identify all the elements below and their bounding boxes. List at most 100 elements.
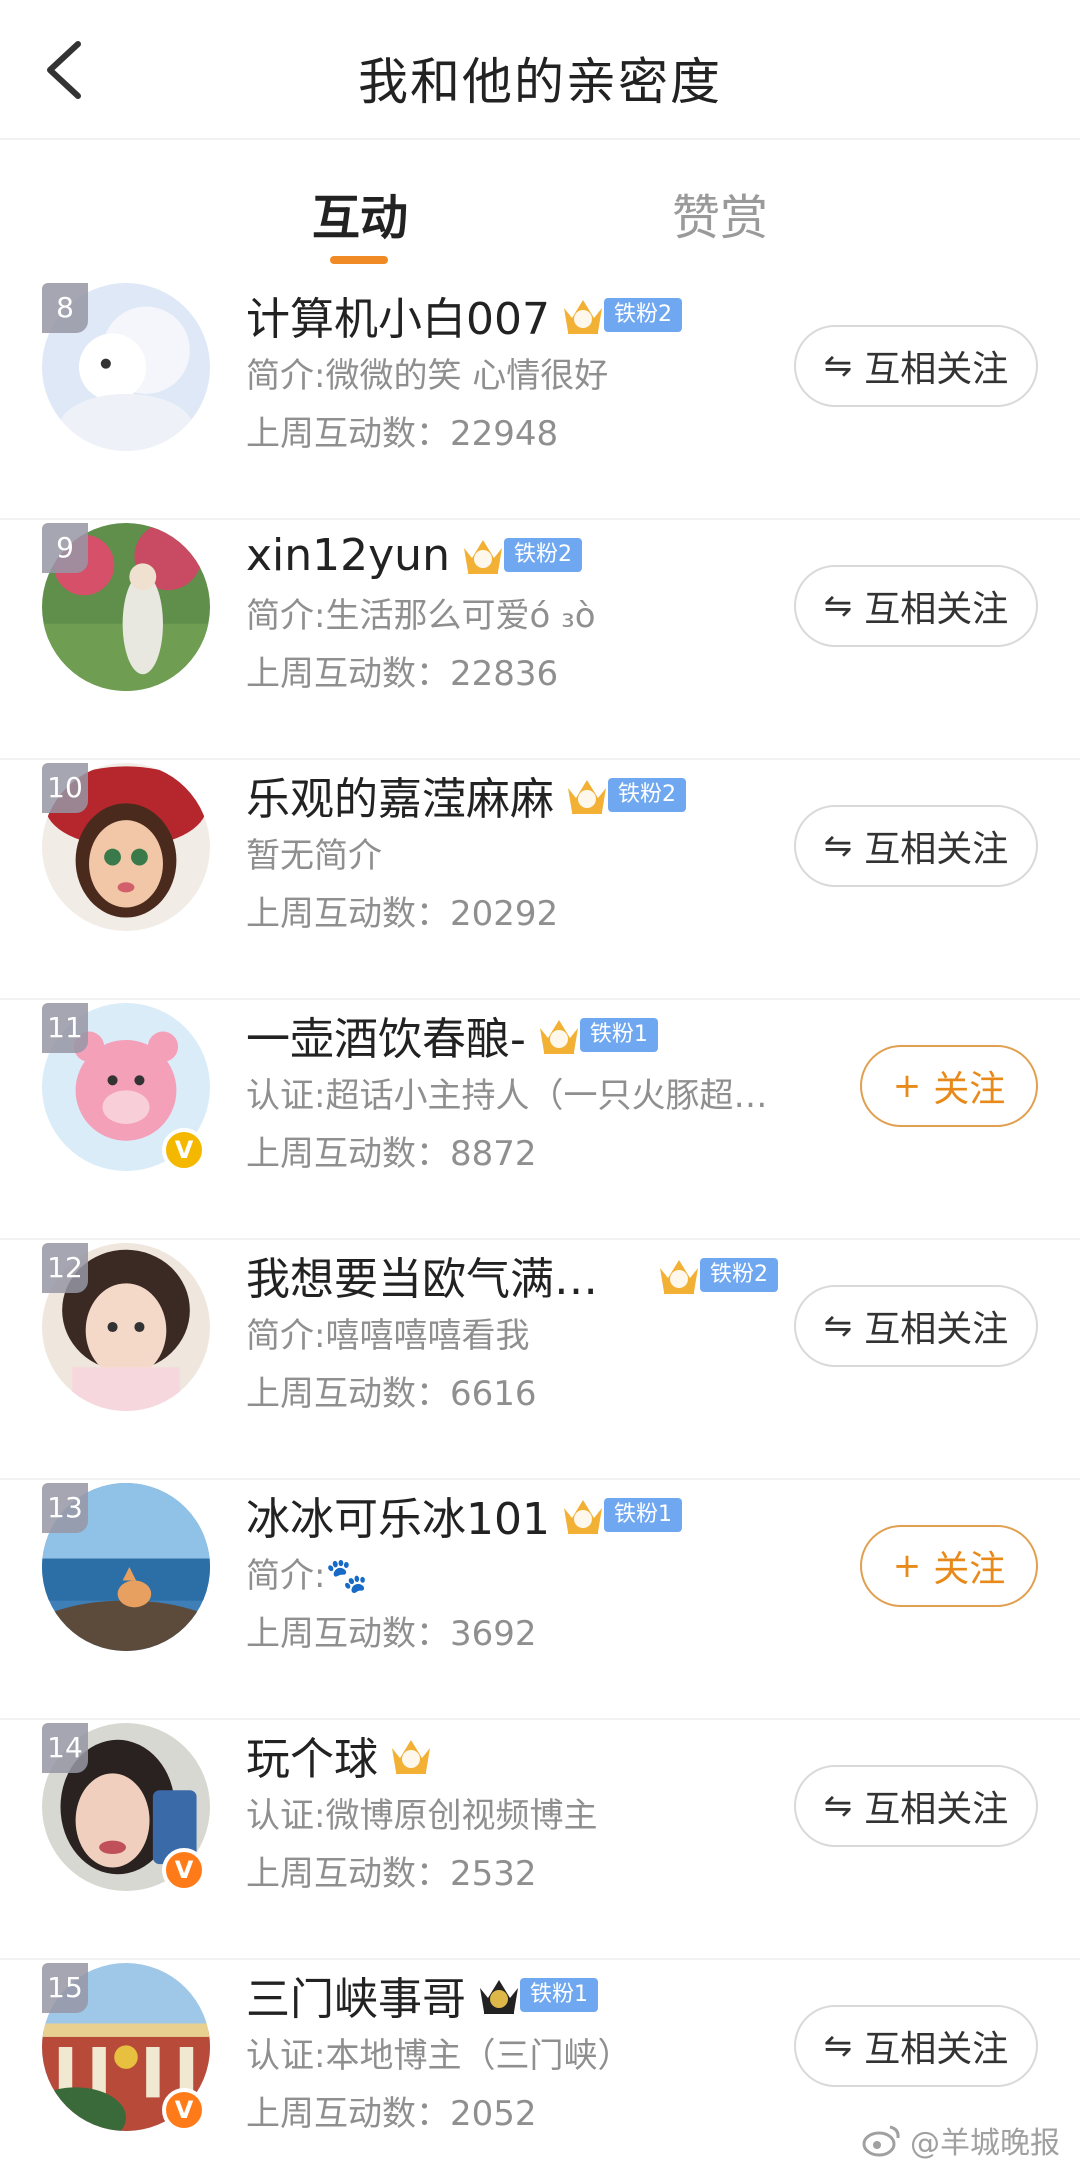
- tab-bar: 互动 赞赏: [0, 160, 1080, 270]
- follow-button[interactable]: + 关注: [860, 1525, 1038, 1607]
- name-line: 我想要当欧气满… 铁粉2: [246, 1243, 778, 1307]
- mutual-follow-button[interactable]: ⇋ 互相关注: [794, 1765, 1038, 1847]
- mutual-follow-button[interactable]: ⇋ 互相关注: [794, 565, 1038, 647]
- button-label: 互相关注: [864, 349, 1009, 390]
- weekly-label: 上周互动数：: [246, 1614, 450, 1654]
- user-intro: 简介:生活那么可爱ó ₃ò: [246, 596, 596, 636]
- user-intro: 简介:嘻嘻嘻嘻看我: [246, 1316, 530, 1356]
- rank-badge: 8: [42, 283, 88, 333]
- crown-icon: [560, 1492, 606, 1538]
- top-bar: 我和他的亲密度: [0, 0, 1080, 140]
- list-item[interactable]: 10 乐观的嘉滢麻麻 铁粉2 暂无简介 上周互动数：20292 ⇋ 互相关注: [0, 760, 1080, 1000]
- watermark-text: @羊城晚报: [910, 2126, 1060, 2161]
- verified-badge-icon: V: [162, 1848, 206, 1892]
- mutual-arrows-icon: ⇋: [823, 586, 853, 626]
- mutual-arrows-icon: ⇋: [823, 1786, 853, 1826]
- active-tab-indicator: [330, 256, 388, 264]
- list-item[interactable]: 9 xin12yun 铁粉2 简介:生活那么可爱ó ₃ò 上周互动数：22836 ⇋ 互相关…: [0, 520, 1080, 760]
- name-line: 冰冰可乐冰101 铁粉1: [246, 1483, 682, 1547]
- crown-icon: [388, 1732, 434, 1778]
- crown-icon: [476, 1972, 522, 2018]
- follow-button[interactable]: + 关注: [860, 1045, 1038, 1127]
- button-label: 互相关注: [864, 829, 1009, 870]
- user-intro: 简介:🐾: [246, 1556, 368, 1596]
- weekly-value: 20292: [450, 894, 559, 934]
- crown-icon: [460, 532, 506, 578]
- weekly-label: 上周互动数：: [246, 1374, 450, 1414]
- weekly-value: 8872: [450, 1134, 537, 1174]
- weekly-interaction-count: 上周互动数：3692: [246, 1606, 537, 1655]
- weekly-value: 6616: [450, 1374, 537, 1414]
- name-line: 玩个球: [246, 1723, 434, 1787]
- user-intro: 简介:微微的笑 心情很好: [246, 356, 609, 396]
- mutual-arrows-icon: ⇋: [823, 346, 853, 386]
- tab-interaction[interactable]: 互动: [312, 178, 408, 248]
- page-title: 我和他的亲密度: [358, 53, 722, 111]
- user-name[interactable]: 计算机小白007: [246, 283, 550, 347]
- weekly-label: 上周互动数：: [246, 414, 450, 454]
- verified-badge-icon: V: [162, 2088, 206, 2132]
- user-name[interactable]: 冰冰可乐冰101: [246, 1483, 550, 1547]
- mutual-follow-button[interactable]: ⇋ 互相关注: [794, 805, 1038, 887]
- crown-icon: [536, 1012, 582, 1058]
- crown-icon: [564, 772, 610, 818]
- weekly-value: 2532: [450, 1854, 537, 1894]
- mutual-follow-button[interactable]: ⇋ 互相关注: [794, 1285, 1038, 1367]
- name-line: xin12yun 铁粉2: [246, 526, 582, 584]
- intimacy-list: 8 计算机小白007 铁粉2 简介:微微的笑 心情很好上周互动数：22948 ⇋ 互相关注…: [0, 280, 1080, 2171]
- list-item[interactable]: 13 冰冰可乐冰101 铁粉1 简介:🐾 上周互动数：3692 + 关注: [0, 1480, 1080, 1720]
- button-label: 互相关注: [864, 1789, 1009, 1830]
- button-label: 互相关注: [864, 2029, 1009, 2070]
- mutual-follow-button[interactable]: ⇋ 互相关注: [794, 325, 1038, 407]
- weekly-interaction-count: 上周互动数：22948: [246, 406, 558, 455]
- rank-badge: 14: [42, 1723, 88, 1773]
- weekly-interaction-count: 上周互动数：8872: [246, 1126, 537, 1175]
- tab-reward[interactable]: 赞赏: [672, 178, 768, 248]
- name-line: 乐观的嘉滢麻麻 铁粉2: [246, 763, 686, 827]
- fan-level-badge: 铁粉1: [520, 1978, 598, 2012]
- weekly-label: 上周互动数：: [246, 894, 450, 934]
- fan-level-badge: 铁粉2: [603, 298, 682, 332]
- fan-level-badge: 铁粉2: [700, 1258, 778, 1292]
- verified-badge-icon: V: [162, 1128, 206, 1172]
- user-name[interactable]: 玩个球: [246, 1723, 378, 1787]
- weekly-label: 上周互动数：: [246, 1854, 450, 1894]
- rank-badge: 10: [42, 763, 88, 813]
- user-intro: 认证:微博原创视频博主: [246, 1796, 598, 1836]
- user-name[interactable]: xin12yun: [246, 530, 450, 581]
- rank-badge: 15: [42, 1963, 88, 2013]
- list-item[interactable]: 8 计算机小白007 铁粉2 简介:微微的笑 心情很好上周互动数：22948 ⇋ 互相关注: [0, 280, 1080, 520]
- fan-level-badge: 铁粉1: [603, 1498, 682, 1532]
- mutual-arrows-icon: ⇋: [823, 826, 853, 866]
- button-label: 互相关注: [864, 1309, 1009, 1350]
- weekly-label: 上周互动数：: [246, 654, 450, 694]
- fan-level-badge: 铁粉2: [608, 778, 686, 812]
- user-name[interactable]: 我想要当欧气满…: [246, 1243, 598, 1307]
- user-name[interactable]: 三门峡事哥: [246, 1963, 466, 2027]
- list-item[interactable]: 12 我想要当欧气满… 铁粉2 简介:嘻嘻嘻嘻看我 上周互动数：6616 ⇋ 互相关注: [0, 1240, 1080, 1480]
- button-label: 关注: [933, 1069, 1006, 1110]
- user-name[interactable]: 一壶酒饮春酿-: [246, 1003, 526, 1067]
- crown-icon: [656, 1252, 702, 1298]
- list-item[interactable]: 14 V 玩个球 认证:微博原创视频博主 上周互动数：2532 ⇋ 互相关注: [0, 1720, 1080, 1960]
- weekly-value: 2052: [450, 2094, 537, 2134]
- watermark: @羊城晚报: [862, 2118, 1060, 2162]
- list-item[interactable]: 11 V 一壶酒饮春酿- 铁粉1 认证:超话小主持人（一只火豚超… 上周互动数：8872 +…: [0, 1000, 1080, 1240]
- weibo-logo-icon: [862, 2125, 900, 2157]
- weekly-interaction-count: 上周互动数：20292: [246, 886, 558, 935]
- rank-badge: 11: [42, 1003, 88, 1053]
- weekly-interaction-count: 上周互动数：2532: [246, 1846, 537, 1895]
- name-line: 计算机小白007 铁粉2: [246, 283, 682, 347]
- mutual-arrows-icon: ⇋: [823, 1306, 853, 1346]
- plus-icon: +: [892, 1066, 922, 1106]
- mutual-follow-button[interactable]: ⇋ 互相关注: [794, 2005, 1038, 2087]
- weekly-interaction-count: 上周互动数：6616: [246, 1366, 537, 1415]
- name-line: 一壶酒饮春酿- 铁粉1: [246, 1003, 658, 1067]
- fan-level-badge: 铁粉1: [579, 1018, 658, 1052]
- mutual-arrows-icon: ⇋: [823, 2026, 853, 2066]
- user-name[interactable]: 乐观的嘉滢麻麻: [246, 763, 554, 827]
- weekly-value: 3692: [450, 1614, 537, 1654]
- user-intro: 认证:超话小主持人（一只火豚超…: [246, 1076, 768, 1116]
- weekly-label: 上周互动数：: [246, 1134, 450, 1174]
- weekly-label: 上周互动数：: [246, 2094, 450, 2134]
